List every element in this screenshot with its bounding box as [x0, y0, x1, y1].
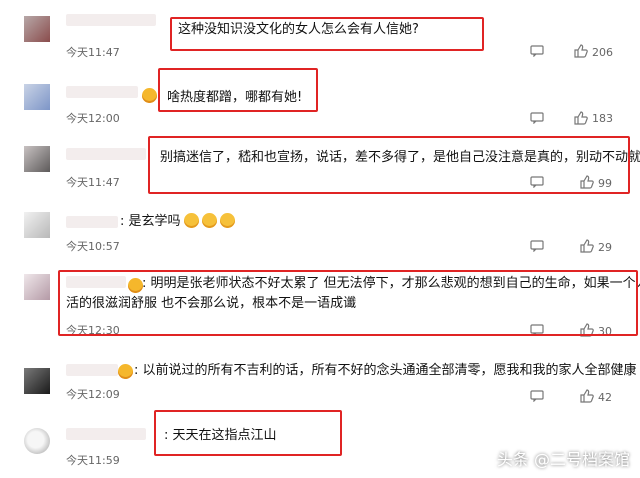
comment-time: 今天11:59: [66, 454, 120, 467]
like-count: 42: [598, 391, 612, 404]
avatar[interactable]: [24, 16, 50, 42]
reply-icon[interactable]: [530, 240, 544, 252]
comment-time: 今天11:47: [66, 46, 120, 59]
comment-item: : 天天在这指点江山 今天11:59 头条 @二号档案馆: [0, 410, 640, 478]
avatar[interactable]: [24, 428, 50, 454]
like-icon[interactable]: [574, 111, 588, 125]
comment-text: : 是玄学吗: [120, 212, 235, 232]
watermark: 头条 @二号档案馆: [496, 450, 630, 469]
vip-badge-icon: [142, 88, 157, 103]
emoji-icon: [183, 213, 199, 228]
avatar[interactable]: [24, 84, 50, 110]
highlight-box: [170, 17, 484, 51]
comment-item: : 以前说过的所有不吉利的话，所有不好的念头通通全部清零，愿我和我的家人全部健康…: [0, 342, 640, 412]
username[interactable]: [66, 148, 146, 160]
avatar[interactable]: [24, 274, 50, 300]
emoji-icon: [219, 213, 235, 228]
comment-item: : 是玄学吗 今天10:57 29: [0, 206, 640, 266]
username[interactable]: [66, 428, 146, 440]
comment-item: 这种没知识没文化的女人怎么会有人信她? 今天11:47 206: [0, 0, 640, 70]
like-icon[interactable]: [574, 44, 588, 58]
reply-icon[interactable]: [530, 112, 544, 124]
like-icon[interactable]: [580, 389, 594, 403]
username[interactable]: [66, 86, 138, 98]
comment-time: 今天12:00: [66, 112, 120, 125]
reply-icon[interactable]: [530, 45, 544, 57]
avatar[interactable]: [24, 146, 50, 172]
like-count: 206: [592, 46, 613, 59]
comment-item: : 明明是张老师状态不好太累了 但无法停下，才那么悲观的想到自己的生命，如果一个…: [0, 266, 640, 342]
comment-text: : 以前说过的所有不吉利的话，所有不好的念头通通全部清零，愿我和我的家人全部健康: [134, 363, 637, 378]
username[interactable]: [66, 364, 118, 376]
comment-time: 今天11:47: [66, 176, 120, 189]
emoji-icon: [201, 213, 217, 228]
highlight-box: [148, 136, 630, 194]
comment-time: 今天10:57: [66, 240, 120, 253]
like-icon[interactable]: [580, 239, 594, 253]
reply-icon[interactable]: [530, 390, 544, 402]
vip-badge-icon: [118, 364, 133, 379]
comment-item: 啥热度都蹭，哪都有她! 今天12:00 183: [0, 68, 640, 140]
comment-text-body: : 是玄学吗: [120, 214, 181, 229]
comment-time: 今天12:09: [66, 388, 120, 401]
highlight-box: [154, 410, 342, 456]
avatar[interactable]: [24, 212, 50, 238]
like-count: 29: [598, 241, 612, 254]
username[interactable]: [66, 216, 118, 228]
highlight-box: [58, 270, 638, 336]
comment-item: 别搞迷信了，嵇和也宣扬，说话，差不多得了，是他自己没注意是真的，别动不动就谶 今…: [0, 136, 640, 206]
highlight-box: [158, 68, 318, 112]
username[interactable]: [66, 14, 156, 26]
avatar[interactable]: [24, 368, 50, 394]
like-count: 183: [592, 112, 613, 125]
